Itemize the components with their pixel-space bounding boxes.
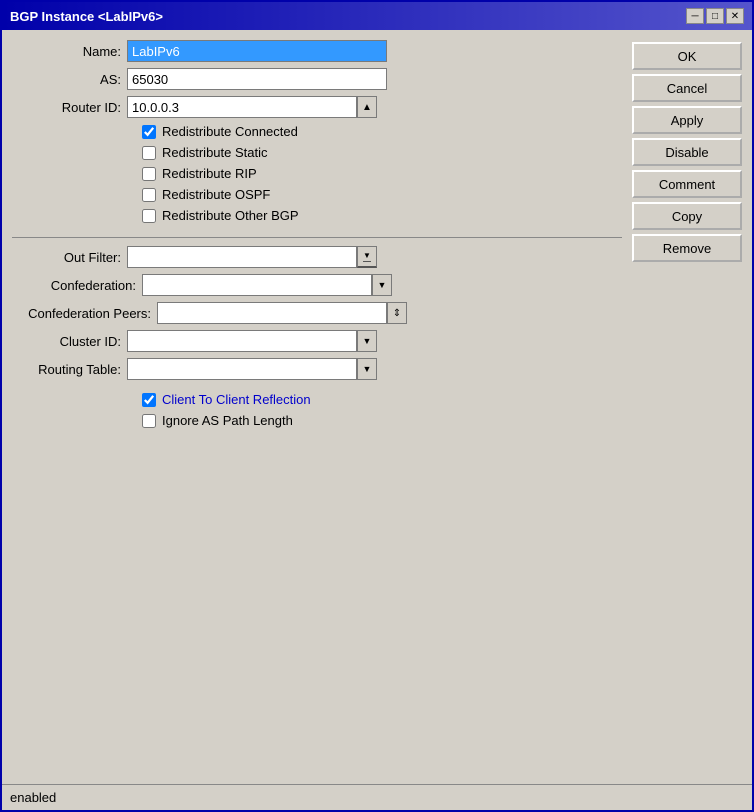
apply-button[interactable]: Apply	[632, 106, 742, 134]
comment-button[interactable]: Comment	[632, 170, 742, 198]
minimize-button[interactable]: ─	[686, 8, 704, 24]
as-input[interactable]	[127, 68, 387, 90]
ignore-as-path-checkbox[interactable]	[142, 414, 156, 428]
title-bar: BGP Instance <LabIPv6> ─ □ ✕	[2, 2, 752, 30]
cancel-button[interactable]: Cancel	[632, 74, 742, 102]
redistribute-rip-label: Redistribute RIP	[162, 166, 257, 181]
routing-table-label: Routing Table:	[12, 362, 127, 377]
status-text: enabled	[10, 790, 56, 805]
cluster-id-wrapper: ▼	[127, 330, 377, 352]
routing-table-dropdown-button[interactable]: ▼	[357, 358, 377, 380]
confederation-peers-wrapper: ⇕	[157, 302, 407, 324]
ignore-as-path-label: Ignore AS Path Length	[162, 413, 293, 428]
confederation-peers-row: Confederation Peers: ⇕	[12, 302, 622, 324]
close-button[interactable]: ✕	[726, 8, 744, 24]
out-filter-input[interactable]	[127, 246, 357, 268]
client-to-client-row: Client To Client Reflection	[142, 392, 622, 407]
window-title: BGP Instance <LabIPv6>	[10, 9, 163, 24]
confederation-label: Confederation:	[12, 278, 142, 293]
cluster-id-row: Cluster ID: ▼	[12, 330, 622, 352]
redistribute-rip-row: Redistribute RIP	[142, 166, 622, 181]
redistribute-static-label: Redistribute Static	[162, 145, 268, 160]
cluster-id-input[interactable]	[127, 330, 357, 352]
redistribute-other-bgp-row: Redistribute Other BGP	[142, 208, 622, 223]
redistribute-connected-label: Redistribute Connected	[162, 124, 298, 139]
name-input[interactable]	[127, 40, 387, 62]
redistribute-connected-row: Redistribute Connected	[142, 124, 622, 139]
router-id-wrapper: ▲	[127, 96, 377, 118]
out-filter-label: Out Filter:	[12, 250, 127, 265]
out-filter-dropdown-button[interactable]: ▼	[357, 246, 377, 268]
form-area: Name: AS: Router ID: ▲ Redistribute Conn…	[12, 40, 622, 774]
confederation-input[interactable]	[142, 274, 372, 296]
disable-button[interactable]: Disable	[632, 138, 742, 166]
redistribute-ospf-label: Redistribute OSPF	[162, 187, 270, 202]
name-label: Name:	[12, 44, 127, 59]
main-window: BGP Instance <LabIPv6> ─ □ ✕ Name: AS: R…	[0, 0, 754, 812]
status-bar: enabled	[2, 784, 752, 810]
router-id-label: Router ID:	[12, 100, 127, 115]
copy-button[interactable]: Copy	[632, 202, 742, 230]
as-row: AS:	[12, 68, 622, 90]
redistribute-rip-checkbox[interactable]	[142, 167, 156, 181]
as-label: AS:	[12, 72, 127, 87]
redistribute-ospf-checkbox[interactable]	[142, 188, 156, 202]
confederation-row: Confederation: ▼	[12, 274, 622, 296]
ok-button[interactable]: OK	[632, 42, 742, 70]
client-to-client-checkbox[interactable]	[142, 393, 156, 407]
redistribute-static-checkbox[interactable]	[142, 146, 156, 160]
routing-table-row: Routing Table: ▼	[12, 358, 622, 380]
redistribute-other-bgp-label: Redistribute Other BGP	[162, 208, 299, 223]
remove-button[interactable]: Remove	[632, 234, 742, 262]
out-filter-row: Out Filter: ▼	[12, 246, 622, 268]
redistribute-static-row: Redistribute Static	[142, 145, 622, 160]
confederation-peers-input[interactable]	[157, 302, 387, 324]
client-to-client-label: Client To Client Reflection	[162, 392, 311, 407]
redistribute-ospf-row: Redistribute OSPF	[142, 187, 622, 202]
name-row: Name:	[12, 40, 622, 62]
confederation-dropdown-button[interactable]: ▼	[372, 274, 392, 296]
routing-table-input[interactable]	[127, 358, 357, 380]
confederation-peers-spin-button[interactable]: ⇕	[387, 302, 407, 324]
router-id-row: Router ID: ▲	[12, 96, 622, 118]
confederation-peers-label: Confederation Peers:	[12, 306, 157, 321]
routing-table-wrapper: ▼	[127, 358, 377, 380]
title-bar-buttons: ─ □ ✕	[686, 8, 744, 24]
cluster-id-dropdown-button[interactable]: ▼	[357, 330, 377, 352]
restore-button[interactable]: □	[706, 8, 724, 24]
confederation-wrapper: ▼	[142, 274, 392, 296]
cluster-id-label: Cluster ID:	[12, 334, 127, 349]
redistribute-connected-checkbox[interactable]	[142, 125, 156, 139]
separator	[12, 237, 622, 238]
button-area: OK Cancel Apply Disable Comment Copy Rem…	[632, 40, 742, 774]
ignore-as-path-row: Ignore AS Path Length	[142, 413, 622, 428]
router-id-spin-button[interactable]: ▲	[357, 96, 377, 118]
content-area: Name: AS: Router ID: ▲ Redistribute Conn…	[2, 30, 752, 784]
redistribute-other-bgp-checkbox[interactable]	[142, 209, 156, 223]
out-filter-wrapper: ▼	[127, 246, 377, 268]
router-id-input[interactable]	[127, 96, 357, 118]
